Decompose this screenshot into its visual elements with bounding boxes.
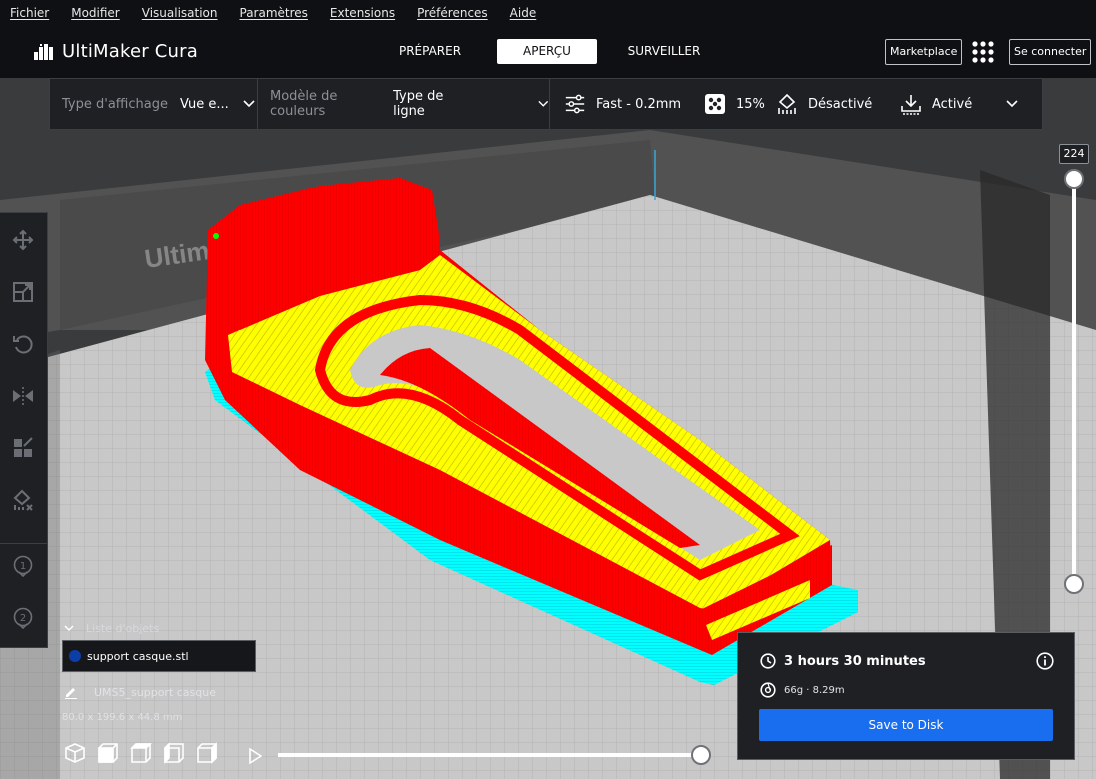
view-type-dropdown[interactable]: Type d'affichage Vue e... xyxy=(50,79,258,129)
simulation-slider-track[interactable] xyxy=(278,753,702,757)
toolbar-divider xyxy=(0,543,48,544)
per-model-settings-icon[interactable] xyxy=(12,437,34,459)
layer-slider-upper-handle[interactable] xyxy=(1064,169,1084,189)
camera-3d-icon[interactable] xyxy=(64,742,86,764)
camera-views xyxy=(64,742,229,764)
extruder-1-icon[interactable]: 1 xyxy=(12,555,34,577)
pencil-icon xyxy=(65,688,77,699)
play-icon[interactable] xyxy=(248,748,262,764)
chevron-down-icon xyxy=(538,100,549,107)
color-scheme-value: Type de ligne xyxy=(393,89,444,119)
object-list-item[interactable]: support casque.stl xyxy=(62,640,256,672)
support-icon xyxy=(778,93,796,114)
clock-icon xyxy=(760,653,776,669)
object-list-toggle[interactable]: Liste d'objets xyxy=(64,622,159,635)
rotate-icon[interactable] xyxy=(12,333,34,355)
camera-right-icon[interactable] xyxy=(196,742,218,764)
cura-logo-icon xyxy=(34,43,53,60)
extruder-color-dot xyxy=(69,650,81,662)
mirror-icon[interactable] xyxy=(12,385,34,407)
svg-text:2: 2 xyxy=(20,613,26,624)
menu-file[interactable]: Fichier xyxy=(0,6,61,20)
view-type-label: Type d'affichage xyxy=(62,96,168,112)
move-icon[interactable] xyxy=(12,229,34,251)
tab-prepare[interactable]: PRÉPARER xyxy=(380,39,480,64)
app-name: UltiMaker Cura xyxy=(62,41,198,62)
camera-left-icon[interactable] xyxy=(163,742,185,764)
settings-sliders-icon xyxy=(565,94,585,114)
print-setup-selector[interactable]: Fast - 0.2mm 15% Désactivé Activé xyxy=(550,79,1042,129)
menu-help[interactable]: Aide xyxy=(500,6,549,20)
object-name: support casque.stl xyxy=(87,649,189,663)
scale-icon[interactable] xyxy=(12,281,34,303)
object-list-title: Liste d'objets xyxy=(86,622,160,635)
tool-panel: 1 2 xyxy=(0,212,48,648)
tab-monitor[interactable]: SURVEILLER xyxy=(614,39,714,64)
camera-top-icon[interactable] xyxy=(130,742,152,764)
print-info-panel: 3 hours 30 minutes 66g · 8.29m Save to D… xyxy=(737,632,1075,760)
view-type-value: Vue e... xyxy=(179,96,229,112)
camera-front-icon[interactable] xyxy=(97,742,119,764)
chevron-down-icon xyxy=(243,100,255,108)
layer-number-input[interactable]: 224 xyxy=(1059,144,1089,164)
color-scheme-dropdown[interactable]: Modèle de couleurs Type de ligne xyxy=(258,79,550,129)
app-logo: UltiMaker Cura xyxy=(34,41,198,62)
chevron-down-icon xyxy=(1006,100,1018,108)
support-value: Désactivé xyxy=(808,96,873,112)
job-name-text: UMS5_support casque xyxy=(94,685,216,699)
menu-bar: Fichier Modifier Visualisation Paramètre… xyxy=(0,0,1096,26)
apps-grid-icon[interactable] xyxy=(972,41,994,63)
material-usage: 66g · 8.29m xyxy=(760,682,845,698)
app-header: UltiMaker Cura PRÉPARER APERÇU SURVEILLE… xyxy=(0,26,1096,78)
support-blocker-icon[interactable] xyxy=(12,489,34,511)
menu-preferences[interactable]: Préférences xyxy=(407,6,500,20)
view-settings-bar: Type d'affichage Vue e... Modèle de coul… xyxy=(49,78,1043,130)
material-usage-value: 66g · 8.29m xyxy=(784,684,845,696)
model-dimensions: 80.0 x 199.6 x 44.8 mm xyxy=(62,712,183,723)
stage-tabs: PRÉPARER APERÇU SURVEILLER xyxy=(380,39,731,64)
layer-slider-track[interactable] xyxy=(1072,178,1076,583)
svg-text:1: 1 xyxy=(20,561,26,572)
info-icon[interactable] xyxy=(1036,652,1054,670)
tab-preview[interactable]: APERÇU xyxy=(497,39,597,64)
infill-value: 15% xyxy=(736,96,765,112)
adhesion-icon xyxy=(901,95,921,115)
print-time-value: 3 hours 30 minutes xyxy=(784,653,926,669)
adhesion-value: Activé xyxy=(932,96,973,112)
color-scheme-label: Modèle de couleurs xyxy=(270,89,338,119)
signin-button[interactable]: Se connecter xyxy=(1009,39,1092,65)
menu-extensions[interactable]: Extensions xyxy=(320,6,407,20)
profile-value: Fast - 0.2mm xyxy=(596,96,682,112)
spool-icon xyxy=(760,682,776,698)
layer-slider-lower-handle[interactable] xyxy=(1064,574,1084,594)
infill-icon xyxy=(705,94,725,114)
cura-window: Fichier Modifier Visualisation Paramètre… xyxy=(0,0,1096,779)
chevron-down-icon xyxy=(64,625,74,632)
menu-settings[interactable]: Paramètres xyxy=(230,6,320,20)
simulation-slider-handle[interactable] xyxy=(691,745,711,765)
menu-edit[interactable]: Modifier xyxy=(61,6,132,20)
marketplace-button[interactable]: Marketplace xyxy=(885,39,963,65)
save-to-disk-button[interactable]: Save to Disk xyxy=(759,709,1053,741)
print-time: 3 hours 30 minutes xyxy=(760,653,926,669)
extruder-2-icon[interactable]: 2 xyxy=(12,607,34,629)
job-name[interactable]: UMS5_support casque xyxy=(64,685,216,699)
menu-view[interactable]: Visualisation xyxy=(132,6,230,20)
